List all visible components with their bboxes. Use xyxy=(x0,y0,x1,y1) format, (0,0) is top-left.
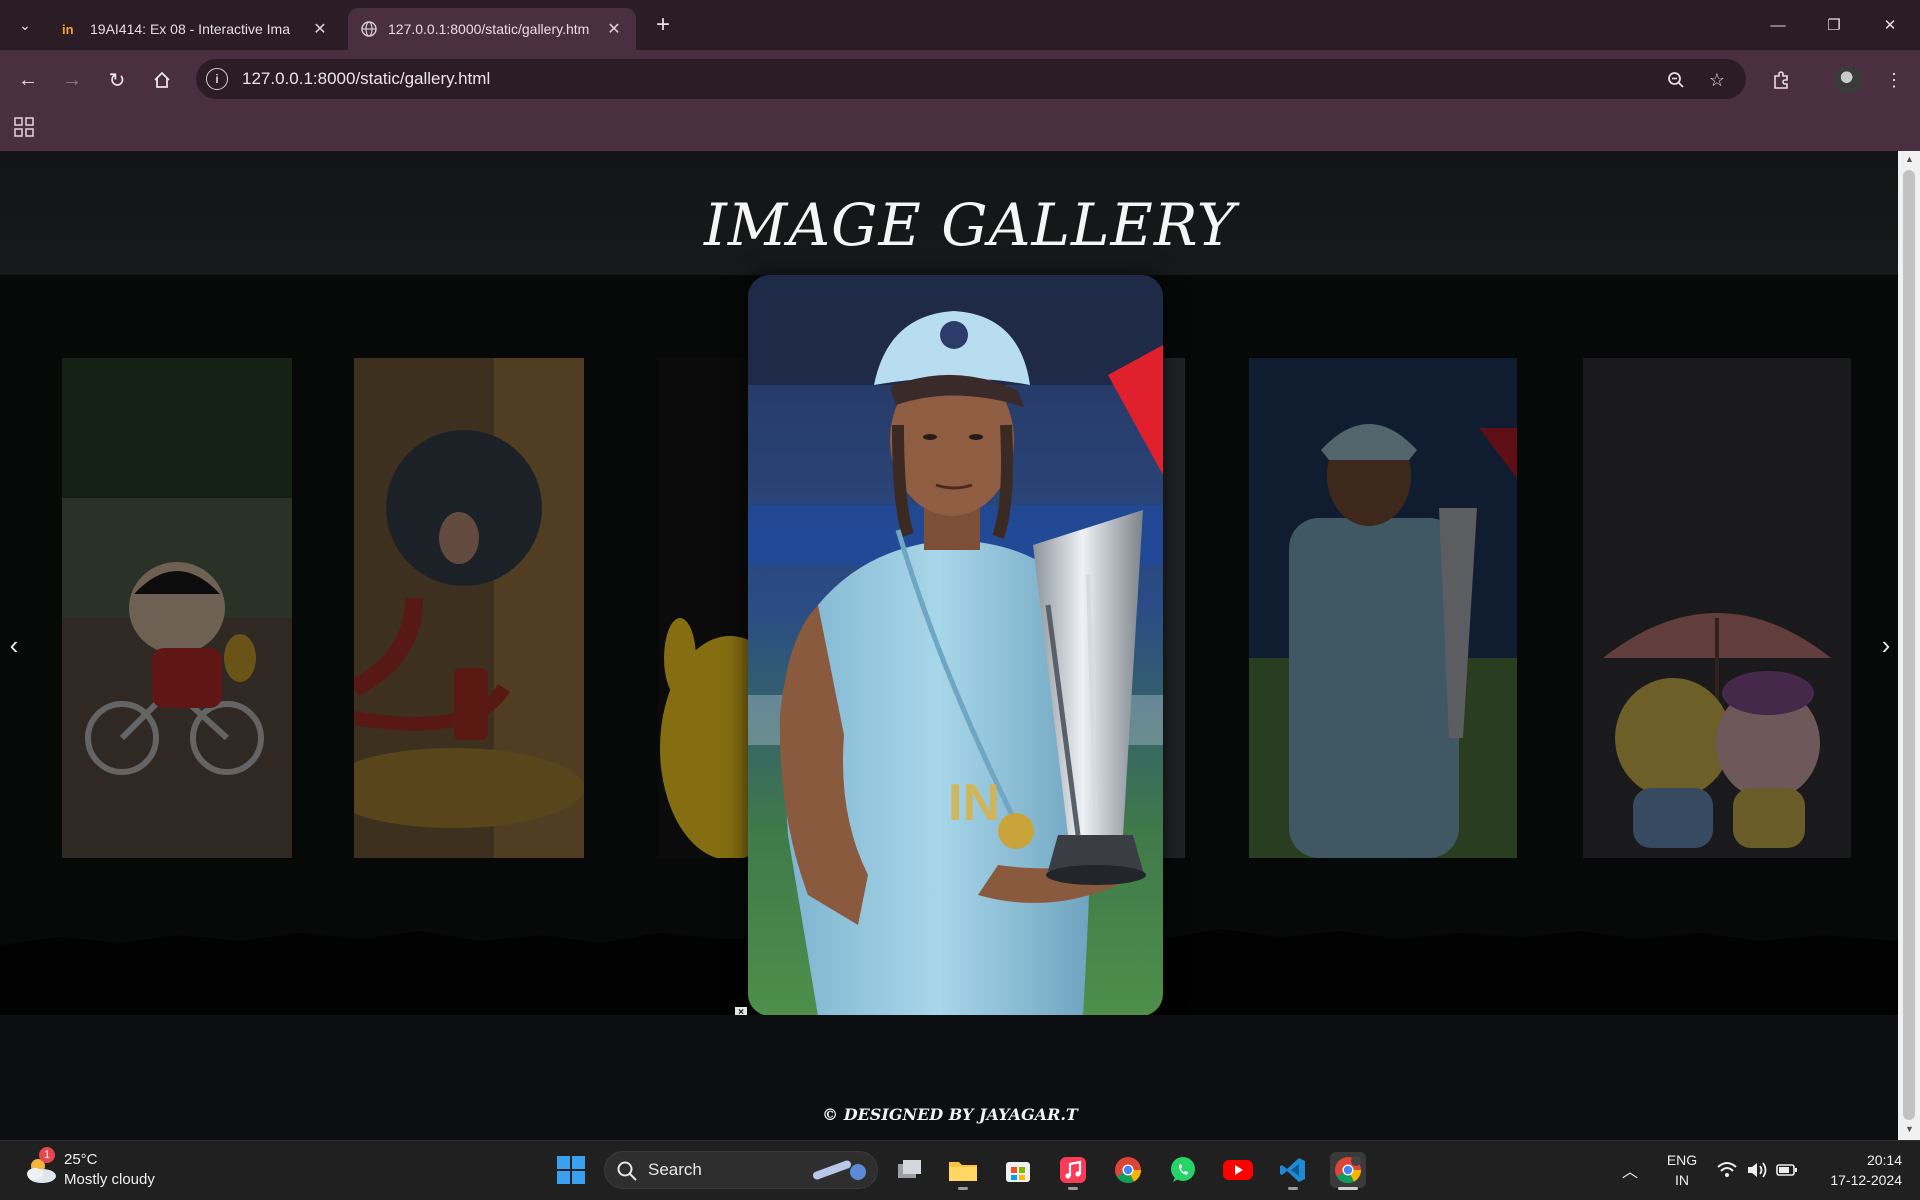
vscode-icon[interactable] xyxy=(1275,1152,1311,1188)
chrome-icon[interactable] xyxy=(1110,1152,1146,1188)
gallery-image-tom[interactable] xyxy=(354,358,584,858)
home-icon xyxy=(154,71,170,88)
restore-button[interactable]: ❐ xyxy=(1806,0,1862,50)
gallery-image-dhoni-thumb[interactable] xyxy=(1249,358,1517,858)
footer-credit: © DESIGNED BY JAYAGAR.T xyxy=(822,1105,1078,1124)
extensions-icon[interactable] xyxy=(1767,66,1795,94)
bookmark-star-icon[interactable]: ☆ xyxy=(1703,66,1731,94)
apps-grid-icon[interactable] xyxy=(12,115,36,139)
search-icon xyxy=(617,1161,637,1181)
language-code: ENG xyxy=(1666,1152,1698,1168)
microsoft-store-icon[interactable] xyxy=(1000,1152,1036,1188)
running-indicator xyxy=(958,1187,968,1190)
wifi-icon[interactable] xyxy=(1716,1160,1738,1180)
svg-text:in: in xyxy=(62,22,74,36)
bookmarks-bar xyxy=(0,108,1920,151)
page-viewport: IMAGE GALLERY IN ‹ › × © DESIGNED BY JAY… xyxy=(0,151,1898,1140)
weather-badge: 1 xyxy=(39,1147,55,1163)
gallery-image-umbrella[interactable] xyxy=(1583,358,1851,858)
task-view-icon[interactable] xyxy=(892,1152,928,1188)
search-label: Search xyxy=(648,1160,702,1179)
url-text[interactable]: 127.0.0.1:8000/static/gallery.html xyxy=(242,69,490,89)
back-button[interactable]: ← xyxy=(12,64,44,96)
page-title: IMAGE GALLERY xyxy=(703,191,1237,259)
previous-slide-button[interactable]: ‹ xyxy=(2,625,26,665)
clock-date: 17-12-2024 xyxy=(1830,1172,1902,1188)
new-tab-button[interactable]: + xyxy=(648,10,678,40)
whatsapp-icon[interactable] xyxy=(1165,1152,1201,1188)
weather-condition[interactable]: Mostly cloudy xyxy=(64,1171,155,1188)
tab-title: 19AI414: Ex 08 - Interactive Ima xyxy=(90,21,290,37)
tab-search-button[interactable]: ⌄ xyxy=(10,10,40,40)
apple-music-icon[interactable] xyxy=(1055,1152,1091,1188)
svg-text:IN: IN xyxy=(948,774,1000,832)
scroll-thumb[interactable] xyxy=(1903,170,1915,1120)
globe-icon xyxy=(360,20,378,38)
chevron-up-icon[interactable]: ︿ xyxy=(1622,1158,1638,1182)
running-indicator xyxy=(1288,1187,1298,1190)
file-explorer-icon[interactable] xyxy=(945,1152,981,1188)
close-tab-icon[interactable]: ✕ xyxy=(310,19,330,39)
arrow-right-icon: → xyxy=(62,68,82,91)
gallery-image-edge[interactable] xyxy=(1163,358,1185,858)
next-slide-button[interactable]: › xyxy=(1874,625,1898,665)
site-favicon-icon: in xyxy=(62,20,80,38)
site-info-icon[interactable]: i xyxy=(206,68,228,90)
home-button[interactable] xyxy=(146,64,178,96)
clock-time: 20:14 xyxy=(1866,1152,1902,1168)
volume-icon[interactable] xyxy=(1746,1160,1768,1180)
scroll-down-icon[interactable]: ▼ xyxy=(1905,1124,1914,1134)
chrome-profile-icon[interactable] xyxy=(1330,1152,1366,1188)
arrow-left-icon: ← xyxy=(18,68,38,91)
input-language[interactable]: ENG IN xyxy=(1664,1150,1700,1190)
windows-start-icon[interactable] xyxy=(556,1155,586,1185)
tab-exercise[interactable]: in 19AI414: Ex 08 - Interactive Ima ✕ xyxy=(50,8,342,50)
youtube-icon[interactable] xyxy=(1220,1152,1256,1188)
zoom-icon[interactable] xyxy=(1662,66,1690,94)
reload-button[interactable]: ↻ xyxy=(101,64,133,96)
close-tab-icon[interactable]: ✕ xyxy=(604,19,624,39)
tab-title: 127.0.0.1:8000/static/gallery.htm xyxy=(388,21,590,37)
running-indicator xyxy=(1068,1187,1078,1190)
gallery-image-pikachu[interactable] xyxy=(658,358,748,858)
menu-kebab-icon[interactable]: ⋮ xyxy=(1880,66,1908,94)
forward-button[interactable]: → xyxy=(56,64,88,96)
close-window-button[interactable]: ✕ xyxy=(1862,0,1918,50)
reload-icon: ↻ xyxy=(108,69,126,92)
weather-temperature[interactable]: 25°C xyxy=(64,1151,98,1168)
battery-icon[interactable] xyxy=(1776,1160,1798,1180)
active-indicator xyxy=(1338,1187,1358,1190)
region-code: IN xyxy=(1675,1172,1689,1188)
system-clock[interactable]: 20:14 17-12-2024 xyxy=(1802,1150,1902,1190)
gallery-image-shinchan[interactable] xyxy=(62,358,292,858)
featured-image-dhoni[interactable]: IN xyxy=(748,275,1163,1016)
scroll-up-icon[interactable]: ▲ xyxy=(1905,154,1914,164)
profile-avatar[interactable] xyxy=(1834,66,1862,94)
minimize-button[interactable]: — xyxy=(1750,0,1806,50)
tab-gallery[interactable]: 127.0.0.1:8000/static/gallery.htm ✕ xyxy=(348,8,636,50)
chevron-down-icon: ⌄ xyxy=(19,16,31,33)
search-highlight-icon xyxy=(812,1160,866,1180)
